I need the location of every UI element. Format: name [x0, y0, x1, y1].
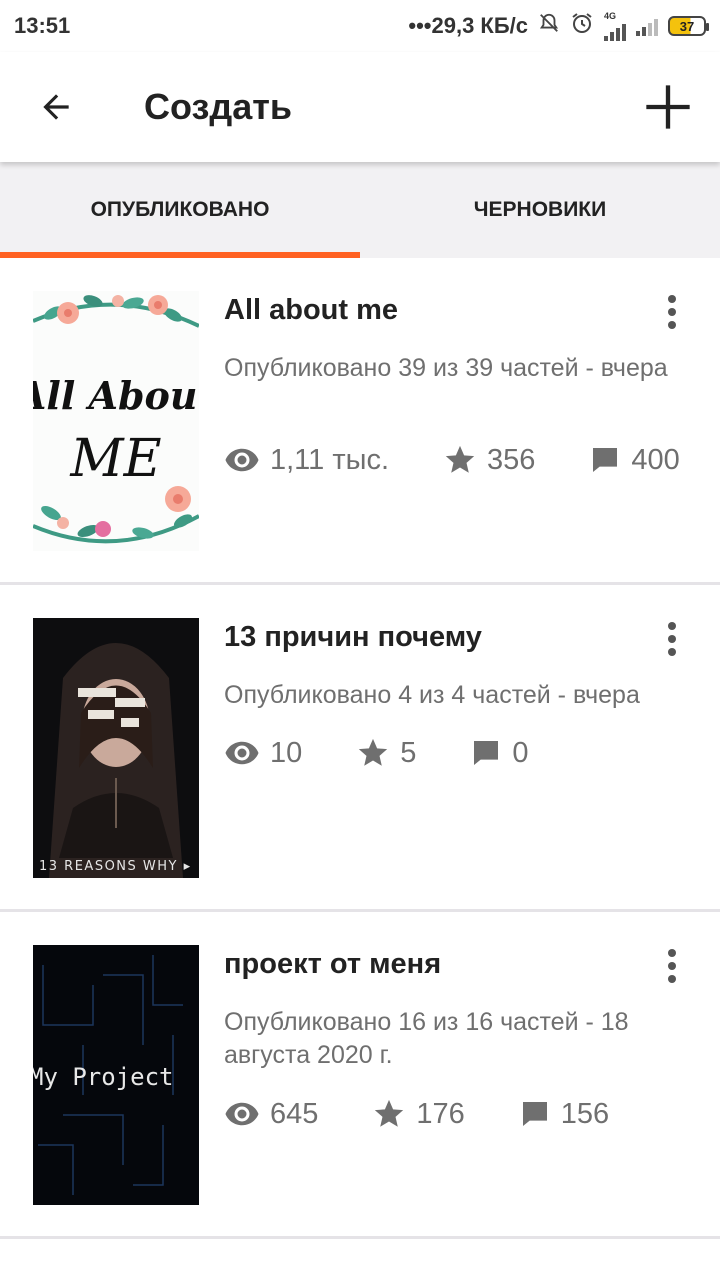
story-title[interactable]: All about me — [224, 294, 398, 327]
comments-stat: 156 — [519, 1098, 609, 1131]
story-status: Опубликовано 4 из 4 частей - вчера — [224, 681, 640, 709]
more-options-button[interactable] — [648, 942, 696, 990]
more-vert-icon — [668, 949, 676, 983]
story-stats: 645 176 156 — [224, 1094, 609, 1134]
comments-stat: 400 — [589, 444, 680, 477]
alarm-icon — [570, 11, 594, 41]
story-card[interactable]: All About ME All about me Опубликовано 3… — [0, 258, 720, 585]
plus-icon — [646, 85, 690, 129]
story-stats: 10 5 0 — [224, 733, 529, 773]
arrow-left-icon — [43, 94, 69, 120]
eye-icon — [225, 448, 259, 472]
views-stat: 10 — [224, 735, 302, 771]
story-card[interactable]: 13 REASONS WHY ▸ 13 причин почему Опубли… — [0, 585, 720, 912]
story-cover[interactable]: All About ME — [33, 291, 199, 551]
signal-icon — [636, 16, 658, 36]
mute-icon — [538, 12, 560, 40]
more-options-button[interactable] — [648, 288, 696, 336]
svg-text:ME: ME — [69, 429, 161, 489]
votes-stat: 356 — [443, 443, 535, 477]
comment-icon — [522, 1102, 547, 1126]
signal-4g-icon: 4G — [604, 11, 626, 41]
story-card[interactable]: My Project проект от меня Опубликовано 1… — [0, 912, 720, 1239]
status-bar: 13:51 •••29,3 КБ/с 4G 37 — [0, 0, 720, 52]
status-time: 13:51 — [14, 13, 71, 38]
svg-text:My Project: My Project — [33, 1063, 174, 1091]
svg-text:13 REASONS WHY ▸: 13 REASONS WHY ▸ — [39, 859, 192, 874]
more-vert-icon — [668, 622, 676, 656]
back-button[interactable] — [16, 67, 96, 147]
story-cover[interactable]: My Project — [33, 945, 199, 1205]
battery-icon: 37 — [668, 16, 709, 36]
story-title[interactable]: проект от меня — [224, 948, 441, 981]
tab-bar: ОПУБЛИКОВАНО ЧЕРНОВИКИ — [0, 162, 720, 258]
svg-text:All About: All About — [33, 373, 199, 418]
app-toolbar: Создать — [0, 52, 720, 162]
votes-stat: 5 — [356, 736, 416, 770]
eye-icon — [225, 1102, 259, 1126]
tab-drafts[interactable]: ЧЕРНОВИКИ — [360, 162, 720, 258]
star-icon — [445, 445, 475, 473]
story-status: Опубликовано 16 из 16 частей - 18 август… — [224, 1008, 629, 1069]
network-speed: •••29,3 КБ/с — [408, 13, 528, 38]
story-cover[interactable]: 13 REASONS WHY ▸ — [33, 618, 199, 878]
views-stat: 1,11 тыс. — [224, 442, 389, 478]
star-icon — [359, 738, 388, 766]
comment-icon — [474, 741, 499, 765]
tab-published[interactable]: ОПУБЛИКОВАНО — [0, 162, 360, 258]
story-list: All About ME All about me Опубликовано 3… — [0, 258, 720, 1239]
status-icons: •••29,3 КБ/с 4G 37 — [408, 11, 709, 41]
story-stats: 1,11 тыс. 356 400 — [224, 440, 680, 480]
star-icon — [375, 1099, 404, 1127]
comment-icon — [593, 448, 618, 472]
views-stat: 645 — [224, 1096, 318, 1132]
eye-icon — [225, 741, 259, 765]
comments-stat: 0 — [470, 737, 529, 770]
votes-stat: 176 — [372, 1097, 465, 1131]
more-vert-icon — [668, 295, 676, 329]
page-title: Создать — [144, 86, 293, 127]
more-options-button[interactable] — [648, 615, 696, 663]
story-title[interactable]: 13 причин почему — [224, 621, 482, 654]
add-story-button[interactable] — [628, 67, 708, 147]
story-status: Опубликовано 39 из 39 частей - вчера — [224, 354, 668, 382]
